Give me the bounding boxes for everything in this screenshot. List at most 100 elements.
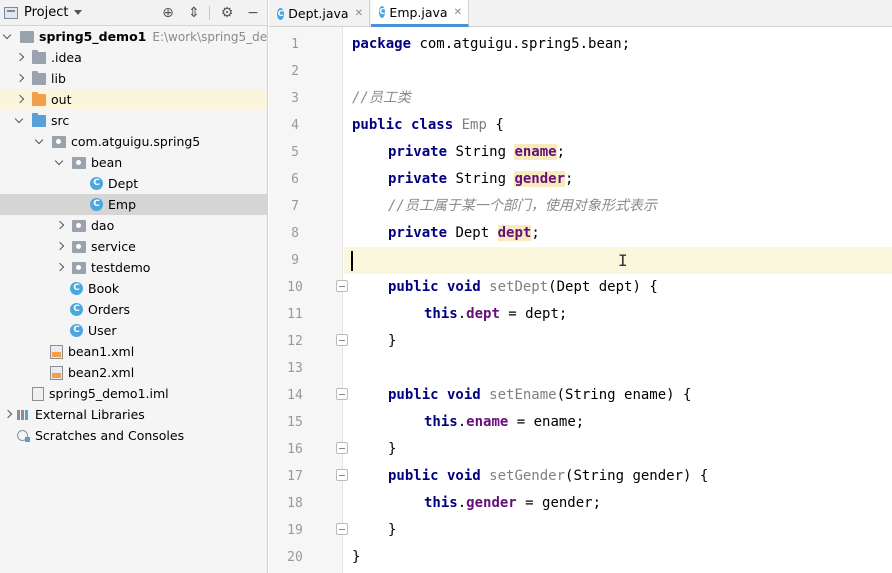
line-number-gutter: 1 2 3 4 5 6 7 8 9 10 11 12 13 14 15 16 1… [269,27,348,573]
chevron-down-icon[interactable] [14,115,26,127]
line-number: 11 [287,307,303,322]
line-number: 1 [291,37,299,52]
chevron-down-icon[interactable] [74,10,83,15]
line-number: 12 [287,334,303,349]
line-number: 18 [287,496,303,511]
class-icon: C [90,198,103,211]
package-icon [72,219,86,232]
line-number: 19 [287,523,303,538]
folder-orange-icon [32,91,46,106]
tree-item-dao[interactable]: dao [0,215,267,236]
chevron-down-icon[interactable] [54,157,66,169]
tree-item-external-libraries[interactable]: External Libraries [0,404,267,425]
tree-item-lib[interactable]: lib [0,68,267,89]
tree-item-book[interactable]: C Book [0,278,267,299]
tree-item-service[interactable]: service [0,236,267,257]
locate-icon[interactable]: ⊕ [159,4,177,22]
chevron-right-icon[interactable] [54,241,66,253]
code-line-6: private String gender; [388,171,574,187]
chevron-down-icon[interactable] [2,31,14,43]
class-icon: C [70,282,83,295]
tree-item-label: Emp [108,197,137,212]
tree-item-label: src [51,113,70,128]
code-line-10: public void setDept(Dept dept) { [388,279,658,295]
tree-item-label: service [91,239,136,254]
tree-item-orders[interactable]: C Orders [0,299,267,320]
class-icon: C [70,303,83,316]
code-area[interactable]: package com.atguigu.spring5.bean; //员工类 … [344,27,892,573]
tree-item-emp[interactable]: C Emp [0,194,267,215]
text-caret [351,251,353,271]
code-line-5: private String ename; [388,144,566,160]
tree-item-label: Scratches and Consoles [35,428,185,443]
code-line-19: } [388,522,397,538]
project-path: E:\work\spring5_demo1 [152,29,268,44]
tab-dept-java[interactable]: C Dept.java ✕ [269,0,370,27]
tree-item-label: lib [51,71,66,86]
line-number: 15 [287,415,303,430]
chevron-right-icon[interactable] [54,220,66,232]
code-line-7: //员工属于某一个部门，使用对象形式表示 [388,198,657,214]
tree-item-bean[interactable]: bean [0,152,267,173]
editor-tab-bar: C Dept.java ✕ C Emp.java ✕ [269,0,892,27]
code-line-14: public void setEname(String ename) { [388,387,692,403]
tree-item-label: bean [91,155,123,170]
xml-file-icon [50,344,63,359]
line-number: 8 [291,226,299,241]
tree-item-testdemo[interactable]: testdemo [0,257,267,278]
line-number: 14 [287,388,303,403]
tree-item-bean2-xml[interactable]: bean2.xml [0,362,267,383]
chevron-right-icon[interactable] [14,73,26,85]
line-number: 4 [291,118,299,133]
tree-item-spring5-demo1-iml[interactable]: spring5_demo1.iml [0,383,267,404]
tree-item-com-atguigu-spring5[interactable]: com.atguigu.spring5 [0,131,267,152]
project-folder-icon [20,30,34,43]
line-number: 10 [287,280,303,295]
line-number: 3 [291,91,299,106]
tree-item-scratches[interactable]: Scratches and Consoles [0,425,267,446]
tree-item-idea[interactable]: .idea [0,47,267,68]
source-folder-icon [32,112,46,127]
xml-file-icon [50,365,63,380]
folder-icon [32,70,46,85]
close-icon[interactable]: ✕ [355,8,363,19]
tree-item-label: bean1.xml [68,344,135,359]
collapse-all-icon[interactable]: ⇕ [185,4,203,22]
tree-item-label: .idea [51,50,82,65]
project-view-selector[interactable]: Project [24,5,68,20]
chevron-down-icon[interactable] [34,136,46,148]
code-line-15: this.ename = ename; [424,414,585,430]
chevron-right-icon[interactable] [2,409,14,421]
tree-item-user[interactable]: C User [0,320,267,341]
tree-item-src[interactable]: src [0,110,267,131]
tab-emp-java[interactable]: C Emp.java ✕ [371,0,469,27]
folder-icon [32,49,46,64]
tree-item-label: testdemo [91,260,151,275]
close-icon[interactable]: ✕ [454,7,462,18]
tree-item-label: User [88,323,117,338]
class-icon: C [379,6,386,18]
project-panel-header: Project ⊕ ⇕ ⚙ − [0,0,267,26]
tree-item-spring5-demo1[interactable]: spring5_demo1 E:\work\spring5_demo1 [0,26,267,47]
package-icon [72,156,86,169]
gear-icon[interactable]: ⚙ [218,4,236,22]
tree-item-out[interactable]: out [0,89,267,110]
code-line-20: } [352,549,361,565]
chevron-right-icon[interactable] [14,52,26,64]
class-icon: C [90,177,103,190]
line-number: 2 [291,64,299,79]
tree-item-dept[interactable]: C Dept [0,173,267,194]
tab-label: Dept.java [288,6,349,21]
package-icon [72,240,86,253]
code-line-1: package com.atguigu.spring5.bean; [352,36,631,52]
chevron-right-icon[interactable] [54,262,66,274]
hide-panel-icon[interactable]: − [244,4,262,22]
class-icon: C [277,7,285,20]
tree-item-label: bean2.xml [68,365,135,380]
code-line-3: //员工类 [352,90,411,106]
tree-item-label: Book [88,281,120,296]
chevron-right-icon[interactable] [14,94,26,106]
tree-item-bean1-xml[interactable]: bean1.xml [0,341,267,362]
code-line-11: this.dept = dept; [424,306,568,322]
line-number: 6 [291,172,299,187]
